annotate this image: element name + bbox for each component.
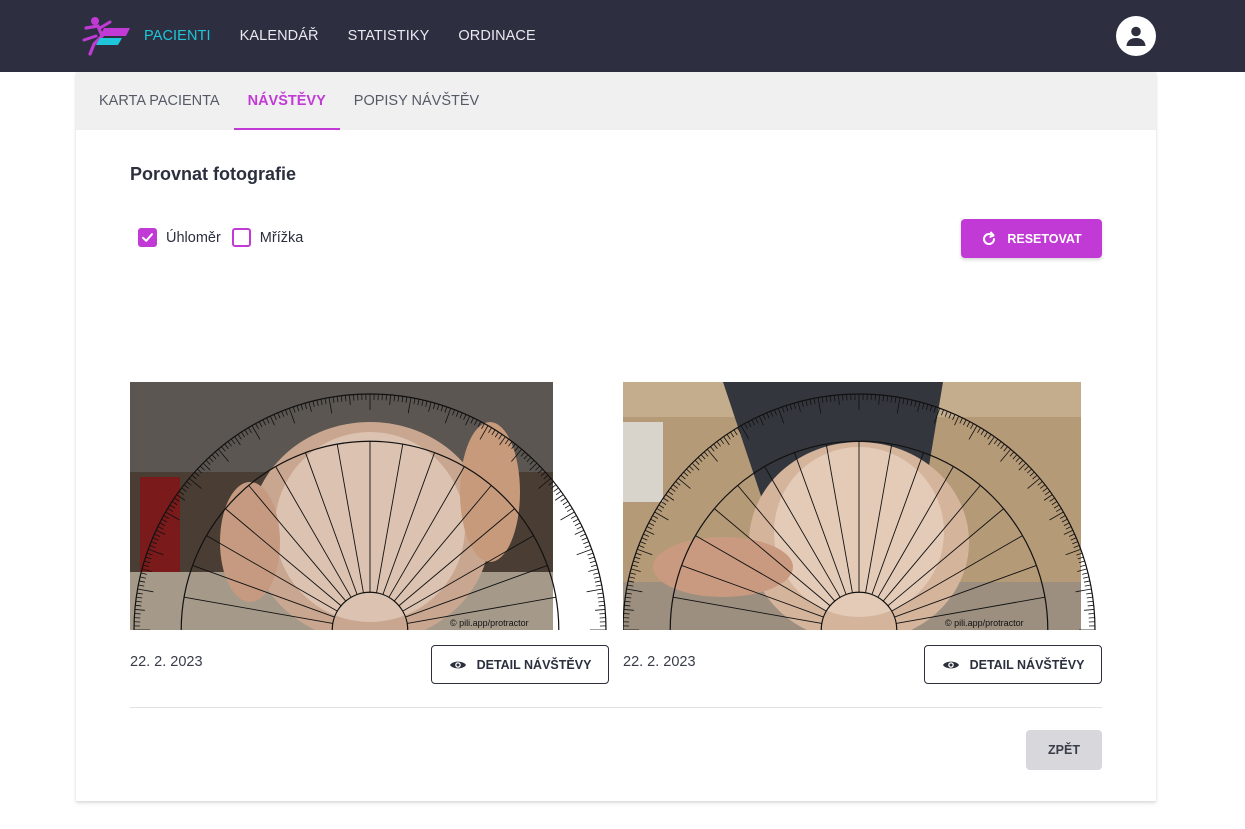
photo-left[interactable]: © pili.app/protractor	[130, 382, 609, 630]
user-icon	[1126, 26, 1146, 46]
photo-watermark: © pili.app/protractor	[945, 618, 1024, 628]
eye-icon	[449, 661, 466, 668]
page-title: Porovnat fotografie	[130, 164, 297, 184]
main-nav: PACIENTI KALENDÁŘ STATISTIKY ORDINACE	[144, 0, 536, 72]
visit-date: 22. 2. 2023	[130, 654, 203, 670]
visit-detail-button[interactable]: DETAIL NÁVŠTĚVY	[431, 645, 609, 684]
tab-popisy-navstev[interactable]: POPISY NÁVŠTĚV	[340, 72, 493, 130]
nav-item-kalendar[interactable]: KALENDÁŘ	[240, 28, 319, 44]
main-card: KARTA PACIENTA NÁVŠTĚVY POPISY NÁVŠTĚV P…	[76, 72, 1156, 801]
nav-item-pacienti[interactable]: PACIENTI	[144, 28, 211, 44]
nav-item-statistiky[interactable]: STATISTIKY	[348, 28, 430, 44]
check-icon	[142, 233, 153, 242]
refresh-icon	[983, 231, 996, 245]
checkbox-unchecked[interactable]	[231, 228, 251, 247]
protractor-checkbox[interactable]: Úhloměr	[138, 228, 221, 247]
photo-right[interactable]: © pili.app/protractor	[623, 382, 1102, 630]
divider	[130, 707, 1102, 708]
top-navbar: PACIENTI KALENDÁŘ STATISTIKY ORDINACE	[0, 0, 1245, 72]
photo-watermark: © pili.app/protractor	[450, 618, 529, 628]
visit-detail-label: DETAIL NÁVŠTĚVY	[969, 657, 1085, 672]
nav-item-ordinace[interactable]: ORDINACE	[458, 28, 535, 44]
visit-date: 22. 2. 2023	[623, 654, 696, 670]
tab-navstevy[interactable]: NÁVŠTĚVY	[233, 72, 340, 130]
grid-label: Mřížka	[259, 229, 304, 246]
tab-bar: KARTA PACIENTA NÁVŠTĚVY POPISY NÁVŠTĚV	[76, 72, 1156, 130]
visit-detail-button[interactable]: DETAIL NÁVŠTĚVY	[924, 645, 1102, 684]
protractor-label: Úhloměr	[166, 229, 221, 246]
reset-button-label: RESETOVAT	[1007, 231, 1082, 246]
reset-button[interactable]: RESETOVAT	[961, 219, 1102, 258]
visit-detail-label: DETAIL NÁVŠTĚVY	[476, 657, 592, 672]
app-logo[interactable]	[76, 14, 132, 56]
back-button[interactable]: ZPĚT	[1026, 730, 1102, 770]
checkbox-checked[interactable]	[138, 228, 157, 247]
eye-icon	[942, 661, 959, 668]
overlay-options: Úhloměr Mřížka	[138, 228, 314, 247]
grid-checkbox[interactable]: Mřížka	[231, 228, 304, 247]
user-menu-button[interactable]	[1116, 16, 1156, 56]
tab-karta-pacienta[interactable]: KARTA PACIENTA	[76, 72, 234, 130]
